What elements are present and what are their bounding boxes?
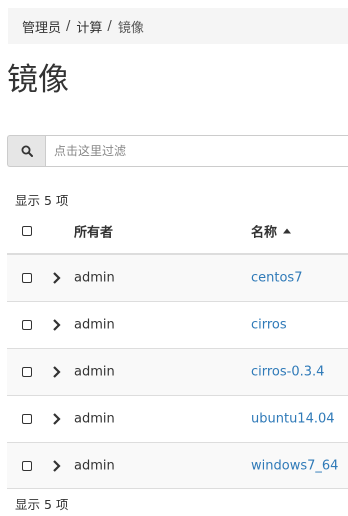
- table-row: admin centos7: [7, 254, 348, 301]
- row-image-name-link[interactable]: centos7: [251, 271, 302, 286]
- row-image-name-link[interactable]: cirros: [251, 318, 287, 333]
- row-image-name-link[interactable]: windows7_64: [251, 458, 338, 473]
- row-image-name-link[interactable]: cirros-0.3.4: [251, 365, 324, 380]
- row-owner: admin: [74, 317, 115, 333]
- breadcrumb-separator: /: [66, 18, 71, 34]
- item-count: 显示 5 项: [15, 193, 69, 208]
- chevron-right-icon[interactable]: [52, 318, 62, 332]
- chevron-right-icon[interactable]: [52, 412, 62, 426]
- row-owner: admin: [74, 270, 115, 286]
- column-header-name[interactable]: 名称: [251, 222, 292, 241]
- filter-bar: [7, 135, 348, 167]
- sort-ascending-icon: [283, 228, 292, 234]
- breadcrumb-item-admin[interactable]: 管理员: [22, 17, 61, 36]
- table-header: 所有者 名称: [7, 209, 348, 254]
- row-checkbox[interactable]: [22, 320, 32, 330]
- select-all-checkbox[interactable]: [22, 226, 32, 236]
- item-count-footer: 显示 5 项: [15, 497, 69, 512]
- row-checkbox[interactable]: [22, 273, 32, 283]
- column-header-name-label: 名称: [251, 225, 278, 241]
- row-owner: admin: [74, 411, 115, 427]
- table-row: admin ubuntu14.04: [7, 395, 348, 442]
- page-title: 镜像: [7, 62, 69, 98]
- row-checkbox[interactable]: [22, 460, 32, 471]
- table-row: admin windows7_64: [7, 442, 348, 489]
- row-owner: admin: [74, 458, 115, 473]
- row-owner: admin: [74, 364, 115, 380]
- images-table: 所有者 名称 admin centos7 admin cirros admin …: [7, 209, 348, 489]
- table-row: admin cirros-0.3.4: [7, 348, 348, 395]
- search-button[interactable]: [7, 135, 45, 167]
- row-checkbox[interactable]: [22, 367, 32, 377]
- chevron-right-icon[interactable]: [52, 365, 62, 379]
- breadcrumb-item-current: 镜像: [117, 20, 144, 36]
- breadcrumb-separator: /: [107, 18, 112, 34]
- column-header-owner[interactable]: 所有者: [74, 222, 113, 241]
- chevron-right-icon[interactable]: [52, 459, 62, 473]
- search-icon: [21, 145, 33, 157]
- breadcrumb-item-compute[interactable]: 计算: [76, 17, 102, 36]
- chevron-right-icon[interactable]: [52, 271, 62, 285]
- breadcrumb: 管理员 / 计算 / 镜像: [8, 8, 348, 44]
- row-image-name-link[interactable]: ubuntu14.04: [251, 412, 335, 427]
- filter-input[interactable]: [45, 135, 348, 167]
- table-row: admin cirros: [7, 301, 348, 348]
- row-checkbox[interactable]: [22, 414, 32, 424]
